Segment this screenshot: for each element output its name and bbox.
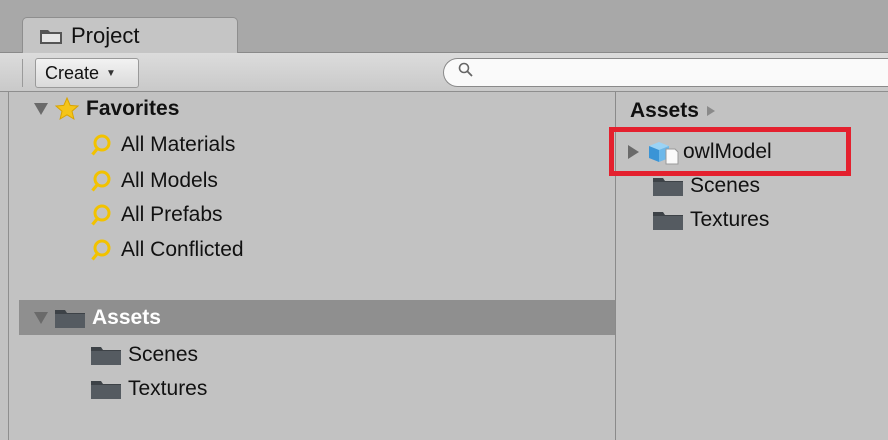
- folder-icon: [91, 381, 121, 399]
- asset-item-label: Scenes: [690, 174, 761, 197]
- search-icon: [458, 62, 473, 77]
- favorites-item[interactable]: All Prefabs: [91, 199, 223, 231]
- pane-border: [8, 92, 9, 440]
- breadcrumb-arrow-icon: [706, 106, 715, 116]
- expand-arrow-icon[interactable]: [34, 312, 48, 324]
- favorites-item[interactable]: All Materials: [91, 129, 235, 161]
- asset-item-label: Textures: [690, 208, 770, 231]
- favorites-item-label: All Materials: [121, 133, 236, 156]
- create-button-label: Create: [45, 62, 100, 83]
- search-icon: [91, 239, 111, 261]
- favorites-item-label: All Models: [121, 169, 218, 192]
- assets-tree-header[interactable]: Assets: [34, 302, 161, 334]
- asset-item[interactable]: Textures: [652, 204, 769, 236]
- breadcrumb-assets[interactable]: Assets: [630, 99, 699, 123]
- search-icon: [91, 204, 111, 226]
- toolbar-separator: [22, 59, 23, 87]
- tab-project[interactable]: Project: [22, 17, 238, 54]
- search-input[interactable]: [443, 58, 888, 87]
- asset-item[interactable]: Scenes: [652, 170, 760, 202]
- star-icon: [54, 96, 80, 121]
- tree-item[interactable]: Textures: [90, 373, 207, 405]
- highlight-annotation: [609, 127, 851, 176]
- folder-icon: [653, 178, 683, 196]
- search-icon: [91, 134, 111, 156]
- favorites-label: Favorites: [86, 97, 180, 120]
- favorites-item-label: All Conflicted: [121, 238, 244, 261]
- search-icon: [91, 170, 111, 192]
- folder-icon: [91, 347, 121, 365]
- breadcrumb: Assets: [630, 95, 715, 127]
- tree-item[interactable]: Scenes: [90, 339, 198, 371]
- create-dropdown-button[interactable]: Create ▼: [35, 58, 139, 88]
- assets-label: Assets: [92, 306, 161, 329]
- folder-icon: [40, 30, 62, 44]
- tab-bar: Project: [0, 0, 888, 54]
- folder-icon: [653, 212, 683, 230]
- favorites-item[interactable]: All Models: [91, 165, 218, 197]
- favorites-header[interactable]: Favorites: [34, 93, 179, 125]
- tree-item-label: Textures: [128, 377, 208, 400]
- tab-label: Project: [71, 23, 140, 48]
- folder-icon: [55, 310, 85, 328]
- tree-item-label: Scenes: [128, 343, 199, 366]
- favorites-item-label: All Prefabs: [121, 203, 223, 226]
- favorites-item[interactable]: All Conflicted: [91, 234, 244, 266]
- toolbar: Create ▼: [0, 53, 888, 92]
- expand-arrow-icon[interactable]: [34, 103, 48, 115]
- chevron-down-icon: ▼: [106, 67, 116, 79]
